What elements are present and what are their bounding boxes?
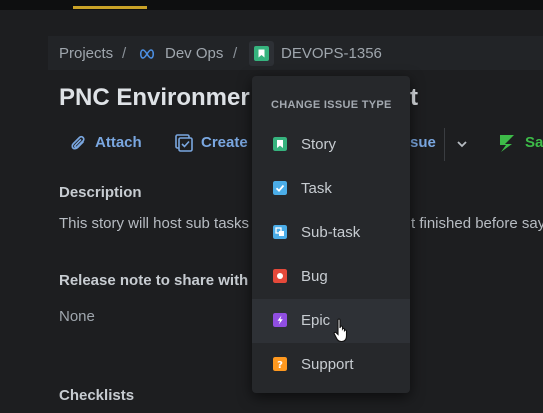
breadcrumb-projects[interactable]: Projects [59,45,113,62]
bug-icon [273,269,287,283]
active-nav-indicator [73,6,147,9]
top-navbar [0,0,543,10]
description-heading: Description [59,184,142,201]
story-icon [273,137,287,151]
breadcrumb-separator: / [122,45,127,62]
menu-item-subtask[interactable]: Sub-task [252,211,410,255]
create-subtask-icon [175,134,193,152]
description-text[interactable]: This story will host sub tasks [59,215,249,232]
hand-cursor-icon [333,318,348,343]
story-icon [254,46,269,61]
infinity-icon [139,49,155,59]
toolbar-divider [444,128,445,161]
zephyr-button[interactable]: Sa [525,134,543,151]
link-issue-button[interactable]: sue [410,134,436,151]
epic-icon [273,313,287,327]
release-note-heading: Release note to share with c [59,272,261,289]
menu-item-support[interactable]: ? Support [252,343,410,387]
description-text-end[interactable]: t finished before say [411,215,543,232]
issue-title-end[interactable]: t [410,84,418,112]
zephyr-icon [500,135,514,152]
issue-title[interactable]: PNC Environmer [59,84,250,112]
svg-text:?: ? [277,360,283,371]
breadcrumb-separator: / [233,45,238,62]
create-button[interactable]: Create [201,134,248,151]
change-issue-type-menu: CHANGE ISSUE TYPE Story Task Sub-task Bu… [252,76,410,393]
chevron-down-icon[interactable] [456,139,468,149]
menu-item-label: Epic [301,312,331,329]
issue-type-button[interactable] [249,41,274,66]
subtask-icon [273,225,287,239]
menu-item-bug[interactable]: Bug [252,255,410,299]
checklists-heading: Checklists [59,387,135,404]
breadcrumb-issue-key[interactable]: DEVOPS-1356 [281,45,382,62]
support-icon: ? [273,357,287,371]
task-icon [273,181,287,195]
menu-item-label: Story [301,136,337,153]
menu-item-story[interactable]: Story [252,123,410,167]
menu-heading: CHANGE ISSUE TYPE [271,99,392,111]
menu-item-task[interactable]: Task [252,167,410,211]
paperclip-icon [71,135,85,150]
release-note-value[interactable]: None [59,308,95,325]
attach-button[interactable]: Attach [95,134,142,151]
menu-item-label: Sub-task [301,224,361,241]
breadcrumb-project[interactable]: Dev Ops [165,45,223,62]
menu-item-epic[interactable]: Epic [252,299,410,343]
menu-item-label: Support [301,356,354,373]
menu-item-label: Bug [301,268,328,285]
menu-item-label: Task [301,180,332,197]
